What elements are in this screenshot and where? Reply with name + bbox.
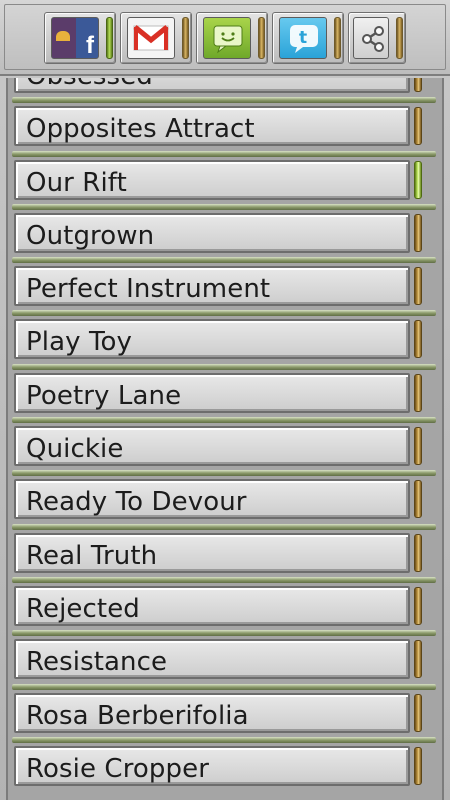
app-frame: f t Opposites Attract Our Rift Outgrown …: [0, 0, 450, 800]
list-item-button[interactable]: Perfect Instrument: [14, 266, 410, 307]
list-item[interactable]: Play Toy: [8, 310, 442, 363]
list-item[interactable]: Opposites Attract: [8, 97, 442, 150]
list-item-button[interactable]: Rejected: [14, 585, 410, 626]
row-divider: [12, 523, 436, 530]
item-indicator: [414, 693, 422, 732]
item-indicator: [414, 267, 422, 306]
list-item-button[interactable]: Outgrown: [14, 212, 410, 253]
gmail-indicator: [182, 17, 189, 59]
row-divider: [12, 736, 436, 743]
share-button[interactable]: [348, 12, 406, 64]
item-indicator: [414, 373, 422, 412]
list-item-button[interactable]: Quickie: [14, 426, 410, 467]
row-divider: [12, 630, 436, 637]
item-indicator: [414, 427, 422, 466]
list-item[interactable]: Our Rift: [8, 150, 442, 204]
list-item-button[interactable]: Resistance: [14, 639, 410, 680]
facebook-share-button[interactable]: f: [44, 12, 116, 64]
list-item-button[interactable]: Play Toy: [14, 319, 410, 360]
list-item[interactable]: Perfect Instrument: [8, 257, 442, 310]
item-indicator: [414, 78, 422, 92]
item-indicator: [414, 320, 422, 359]
twitter-letter: t: [299, 28, 307, 48]
list-item-label: Ready To Devour: [26, 487, 247, 518]
row-divider: [12, 470, 436, 477]
list-item[interactable]: Outgrown: [8, 203, 442, 257]
twitter-share-button[interactable]: t: [272, 12, 344, 64]
list-item-button[interactable]: Rosie Cropper: [14, 745, 410, 786]
list-item-button[interactable]: Ready To Devour: [14, 479, 410, 520]
item-indicator: [414, 107, 422, 146]
item-indicator: [414, 213, 422, 252]
item-indicator: [414, 586, 422, 625]
sms-share-button[interactable]: [196, 12, 268, 64]
row-divider: [12, 363, 436, 370]
list-item-label: Our Rift: [26, 167, 127, 198]
list-item[interactable]: Quickie: [8, 417, 442, 470]
gmail-icon: [127, 17, 175, 59]
list-item-label: Poetry Lane: [26, 380, 182, 411]
list-item-label: Rosie Cropper: [26, 753, 210, 784]
list-item-label: Perfect Instrument: [26, 274, 271, 305]
share-icon: [353, 17, 389, 59]
list-item[interactable]: Ready To Devour: [8, 470, 442, 523]
list-item[interactable]: Poetry Lane: [8, 363, 442, 417]
row-divider: [12, 683, 436, 690]
list-item[interactable]: Real Truth: [8, 523, 442, 577]
sms-indicator: [258, 17, 265, 59]
row-divider: [12, 150, 436, 157]
facebook-active-indicator: [106, 17, 113, 59]
list-item-button[interactable]: Real Truth: [14, 532, 410, 573]
list-item-label: Opposites Attract: [26, 114, 255, 145]
list-item-label: Obsessed: [26, 78, 153, 90]
list-item[interactable]: Rejected: [8, 576, 442, 630]
list-item-label: Play Toy: [26, 327, 133, 358]
twitter-icon: t: [279, 17, 327, 59]
active-indicator: [414, 160, 422, 199]
item-indicator: [414, 746, 422, 785]
list-items-container: Obsessed Opposites Attract Our Rift Outgrow…: [8, 78, 442, 790]
list-item-button[interactable]: Our Rift: [14, 159, 410, 200]
share-toolbar: f t: [0, 0, 450, 76]
facebook-letter: f: [86, 32, 94, 59]
item-indicator: [414, 640, 422, 679]
song-list[interactable]: Obsessed Opposites Attract Our Rift Outgrow…: [6, 78, 444, 800]
item-indicator: [414, 533, 422, 572]
gmail-share-button[interactable]: [120, 12, 192, 64]
facebook-icon: f: [51, 17, 99, 59]
row-divider: [12, 310, 436, 317]
row-divider: [12, 97, 436, 104]
list-item-button[interactable]: Rosa Berberifolia: [14, 692, 410, 733]
list-item[interactable]: Rosa Berberifolia: [8, 683, 442, 737]
row-divider: [12, 576, 436, 583]
list-item-button[interactable]: Poetry Lane: [14, 372, 410, 413]
row-divider: [12, 203, 436, 210]
list-item[interactable]: Rosie Cropper: [8, 736, 442, 790]
twitter-indicator: [334, 17, 341, 59]
item-indicator: [414, 480, 422, 519]
list-item-label: Quickie: [26, 434, 124, 465]
list-item[interactable]: Obsessed: [8, 78, 442, 97]
list-item-label: Resistance: [26, 647, 168, 678]
row-divider: [12, 257, 436, 264]
list-item-label: Outgrown: [26, 220, 155, 251]
row-divider: [12, 417, 436, 424]
list-item-label: Rosa Berberifolia: [26, 700, 249, 731]
list-item-label: Rejected: [26, 593, 140, 624]
list-item-label: Real Truth: [26, 540, 158, 571]
list-item-button[interactable]: Obsessed: [14, 78, 410, 93]
share-indicator: [396, 17, 403, 59]
sms-icon: [203, 17, 251, 59]
list-item[interactable]: Resistance: [8, 630, 442, 683]
list-item-button[interactable]: Opposites Attract: [14, 106, 410, 147]
